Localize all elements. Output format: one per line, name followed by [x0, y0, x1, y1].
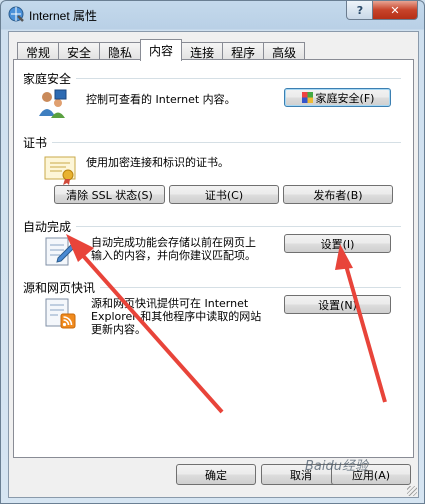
feeds-title: 源和网页快讯: [23, 281, 96, 295]
feeds-description: 源和网页快讯提供可在 Internet Explorer 和其他程序中读取的网站…: [91, 297, 261, 336]
ok-button[interactable]: 确定: [176, 464, 256, 485]
clear-ssl-state-button[interactable]: 清除 SSL 状态(S): [54, 185, 165, 204]
certificates-button[interactable]: 证书(C): [169, 185, 279, 204]
title-bar[interactable]: Internet 属性 ? ✕: [1, 1, 424, 29]
family-safety-description: 控制可查看的 Internet 内容。: [86, 93, 236, 106]
divider: [52, 142, 401, 143]
family-safety-icon: [39, 89, 67, 118]
dialog-window: Internet 属性 ? ✕ 常规 安全 隐私 内容 连接 程序 高级 家庭安…: [0, 0, 425, 504]
content-tab-panel: 家庭安全 控制可查看的 Internet 内容。 家庭安全(F) 证书 使用加密…: [13, 59, 414, 458]
divider: [100, 287, 401, 288]
feeds-description-line: 更新内容。: [91, 323, 146, 336]
family-safety-button-label: 家庭安全(F): [315, 91, 375, 105]
close-button[interactable]: ✕: [372, 1, 418, 20]
certificates-description: 使用加密连接和标识的证书。: [86, 156, 229, 169]
feeds-settings-button[interactable]: 设置(N): [284, 295, 391, 314]
help-button[interactable]: ?: [346, 1, 374, 20]
internet-options-icon: [8, 6, 24, 22]
family-safety-button[interactable]: 家庭安全(F): [284, 88, 391, 107]
feeds-description-line: 源和网页快讯提供可在 Internet: [91, 297, 249, 310]
tab-strip: 常规 安全 隐私 内容 连接 程序 高级: [17, 39, 306, 61]
certificates-title: 证书: [23, 136, 48, 150]
autocomplete-description-line: 输入的内容，并向你建议匹配项。: [91, 249, 256, 262]
divider: [76, 226, 401, 227]
autocomplete-settings-button[interactable]: 设置(I): [284, 234, 391, 253]
autocomplete-description: 自动完成功能会存储以前在网页上 输入的内容，并向你建议匹配项。: [91, 236, 256, 262]
baidu-watermark: Baidu经验: [305, 459, 368, 474]
autocomplete-icon: [45, 237, 78, 266]
tab-content[interactable]: 内容: [140, 39, 183, 61]
publishers-button[interactable]: 发布者(B): [283, 185, 393, 204]
autocomplete-title: 自动完成: [23, 220, 72, 234]
feeds-description-line: Explorer 和其他程序中读取的网站: [91, 310, 262, 323]
certificate-icon: [44, 156, 76, 185]
window-title: Internet 属性: [29, 9, 98, 23]
autocomplete-description-line: 自动完成功能会存储以前在网页上: [91, 236, 256, 249]
resize-grip[interactable]: [407, 486, 417, 496]
shield-icon: [301, 92, 313, 103]
divider: [76, 78, 401, 79]
feeds-icon: [45, 298, 76, 329]
family-safety-title: 家庭安全: [23, 72, 72, 86]
dialog-client: 常规 安全 隐私 内容 连接 程序 高级 家庭安全 控制可查看的 Interne…: [8, 31, 419, 498]
